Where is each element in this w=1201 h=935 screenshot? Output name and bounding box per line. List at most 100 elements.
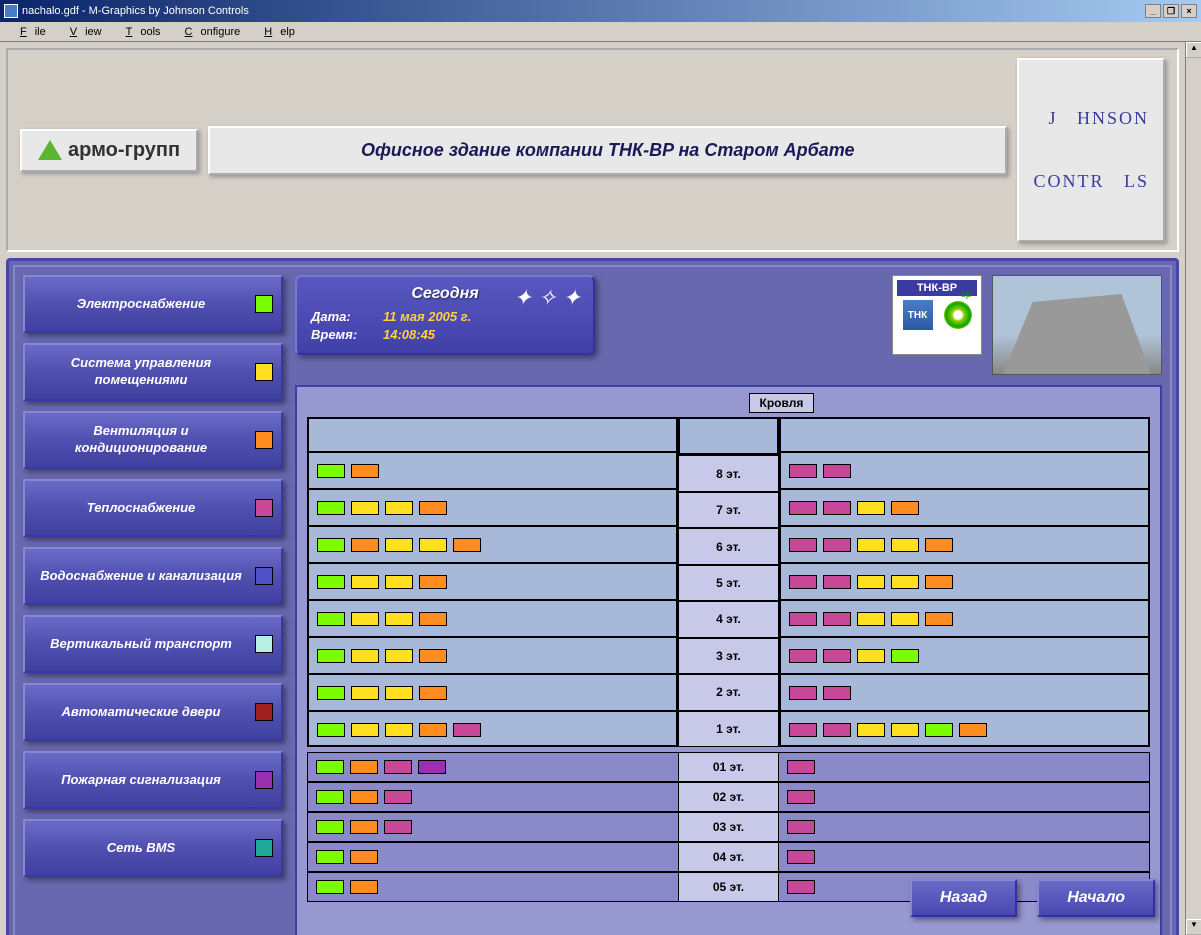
status-block[interactable]: [823, 501, 851, 515]
status-block[interactable]: [316, 760, 344, 774]
status-block[interactable]: [350, 820, 378, 834]
status-block[interactable]: [385, 649, 413, 663]
status-block[interactable]: [789, 612, 817, 626]
sidebar-button-1[interactable]: Система управления помещениями: [23, 343, 283, 401]
status-block[interactable]: [350, 850, 378, 864]
menu-view[interactable]: View: [54, 24, 110, 40]
sidebar-button-3[interactable]: Теплоснабжение: [23, 479, 283, 537]
status-block[interactable]: [823, 612, 851, 626]
status-block[interactable]: [316, 850, 344, 864]
status-block[interactable]: [789, 649, 817, 663]
status-block[interactable]: [385, 723, 413, 737]
status-block[interactable]: [925, 538, 953, 552]
scroll-up-button[interactable]: ▲: [1186, 42, 1201, 58]
status-block[interactable]: [857, 723, 885, 737]
status-block[interactable]: [419, 612, 447, 626]
status-block[interactable]: [789, 464, 817, 478]
status-block[interactable]: [351, 612, 379, 626]
maximize-button[interactable]: ❐: [1163, 4, 1179, 18]
status-block[interactable]: [385, 538, 413, 552]
menu-help[interactable]: Help: [248, 24, 303, 40]
status-block[interactable]: [351, 575, 379, 589]
status-block[interactable]: [316, 790, 344, 804]
sidebar-button-7[interactable]: Пожарная сигнализация: [23, 751, 283, 809]
status-block[interactable]: [419, 686, 447, 700]
sidebar-button-8[interactable]: Сеть BMS: [23, 819, 283, 877]
status-block[interactable]: [351, 538, 379, 552]
close-button[interactable]: ×: [1181, 4, 1197, 18]
status-block[interactable]: [789, 575, 817, 589]
status-block[interactable]: [823, 686, 851, 700]
scroll-down-button[interactable]: ▼: [1186, 919, 1201, 935]
status-block[interactable]: [317, 649, 345, 663]
status-block[interactable]: [453, 538, 481, 552]
status-block[interactable]: [787, 880, 815, 894]
status-block[interactable]: [317, 501, 345, 515]
status-block[interactable]: [384, 790, 412, 804]
status-block[interactable]: [789, 686, 817, 700]
status-block[interactable]: [891, 575, 919, 589]
status-block[interactable]: [351, 723, 379, 737]
status-block[interactable]: [857, 612, 885, 626]
home-button[interactable]: Начало: [1037, 879, 1155, 917]
status-block[interactable]: [419, 575, 447, 589]
sidebar-button-4[interactable]: Водоснабжение и канализация: [23, 547, 283, 605]
status-block[interactable]: [823, 538, 851, 552]
status-block[interactable]: [419, 649, 447, 663]
status-block[interactable]: [317, 538, 345, 552]
status-block[interactable]: [787, 850, 815, 864]
status-block[interactable]: [351, 464, 379, 478]
status-block[interactable]: [385, 501, 413, 515]
status-block[interactable]: [925, 723, 953, 737]
status-block[interactable]: [351, 686, 379, 700]
status-block[interactable]: [925, 575, 953, 589]
status-block[interactable]: [787, 760, 815, 774]
status-block[interactable]: [925, 612, 953, 626]
sidebar-button-6[interactable]: Автоматические двери: [23, 683, 283, 741]
minimize-button[interactable]: _: [1145, 4, 1161, 18]
sidebar-button-5[interactable]: Вертикальный транспорт: [23, 615, 283, 673]
status-block[interactable]: [857, 501, 885, 515]
status-block[interactable]: [823, 464, 851, 478]
status-block[interactable]: [891, 649, 919, 663]
status-block[interactable]: [350, 880, 378, 894]
status-block[interactable]: [316, 820, 344, 834]
status-block[interactable]: [823, 649, 851, 663]
status-block[interactable]: [385, 575, 413, 589]
menu-tools[interactable]: Tools: [110, 24, 169, 40]
status-block[interactable]: [823, 575, 851, 589]
status-block[interactable]: [787, 790, 815, 804]
status-block[interactable]: [385, 686, 413, 700]
status-block[interactable]: [317, 464, 345, 478]
status-block[interactable]: [787, 820, 815, 834]
status-block[interactable]: [384, 820, 412, 834]
status-block[interactable]: [857, 575, 885, 589]
status-block[interactable]: [453, 723, 481, 737]
sidebar-button-2[interactable]: Вентиляция и кондиционирование: [23, 411, 283, 469]
status-block[interactable]: [419, 501, 447, 515]
status-block[interactable]: [789, 501, 817, 515]
status-block[interactable]: [959, 723, 987, 737]
menu-configure[interactable]: Configure: [169, 24, 249, 40]
sidebar-button-0[interactable]: Электроснабжение: [23, 275, 283, 333]
status-block[interactable]: [789, 538, 817, 552]
status-block[interactable]: [418, 760, 446, 774]
status-block[interactable]: [823, 723, 851, 737]
status-block[interactable]: [857, 538, 885, 552]
status-block[interactable]: [419, 538, 447, 552]
status-block[interactable]: [316, 880, 344, 894]
status-block[interactable]: [351, 649, 379, 663]
menu-file[interactable]: File: [4, 24, 54, 40]
status-block[interactable]: [317, 612, 345, 626]
status-block[interactable]: [384, 760, 412, 774]
status-block[interactable]: [857, 649, 885, 663]
status-block[interactable]: [317, 723, 345, 737]
status-block[interactable]: [789, 723, 817, 737]
status-block[interactable]: [891, 612, 919, 626]
status-block[interactable]: [385, 612, 413, 626]
status-block[interactable]: [317, 575, 345, 589]
status-block[interactable]: [350, 790, 378, 804]
back-button[interactable]: Назад: [910, 879, 1017, 917]
status-block[interactable]: [317, 686, 345, 700]
status-block[interactable]: [350, 760, 378, 774]
